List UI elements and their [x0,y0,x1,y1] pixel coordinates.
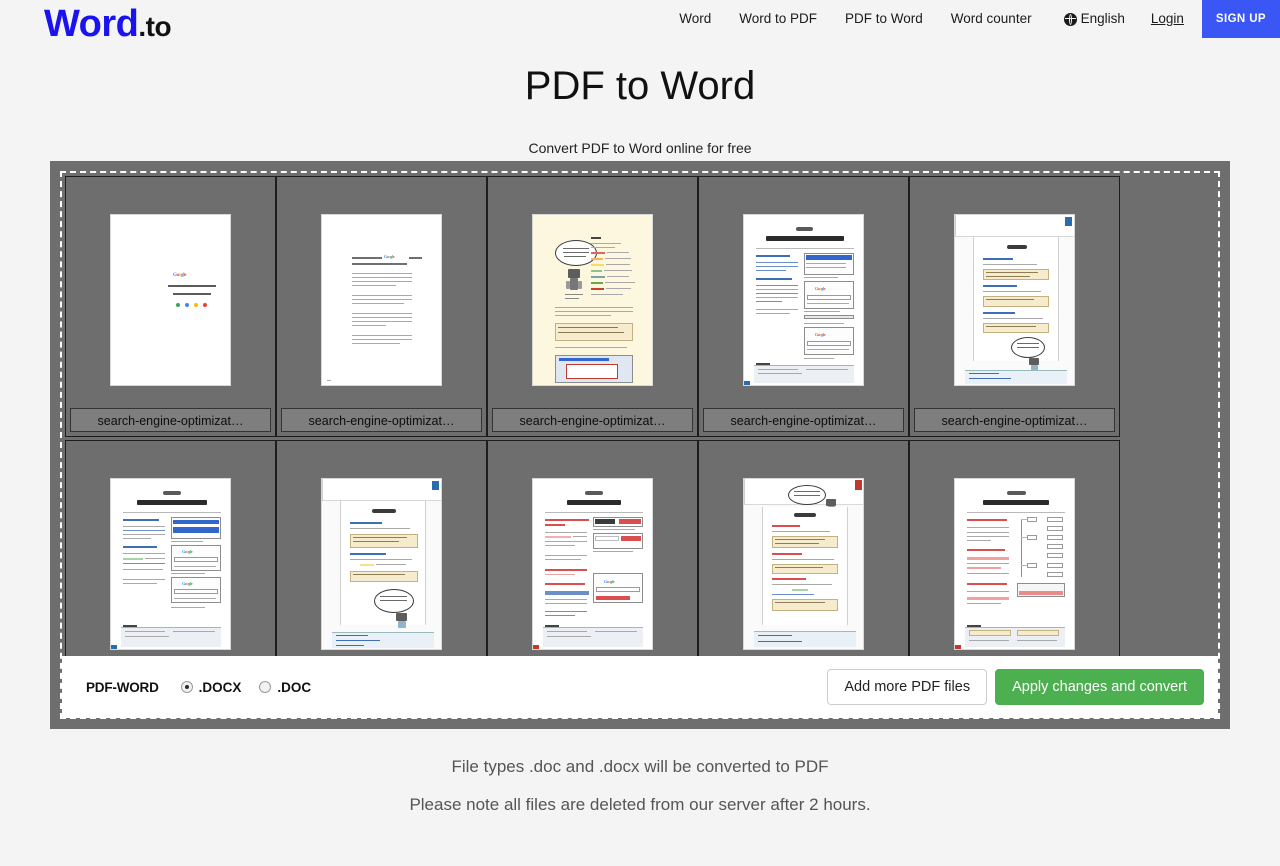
page-preview [743,478,864,650]
page-preview: Google Google [743,214,864,386]
radio-option-doc[interactable]: .DOC [259,680,311,695]
page-preview: Google [532,478,653,650]
nav-item-word[interactable]: Word [665,0,725,38]
thumbnail-item[interactable]: Google search-engine-optimizat… [65,176,276,437]
format-label: PDF-WORD [86,679,159,695]
radio-doc-label: .DOC [277,679,312,695]
page-preview: Google [321,214,442,386]
nav-item-pdf-to-word[interactable]: PDF to Word [831,0,937,38]
toolbar-actions: Add more PDF files Apply changes and con… [827,669,1204,705]
footer-note-retention: Please note all files are deleted from o… [409,795,871,814]
conversion-toolbar: PDF-WORD .DOCX .DOC Add more PDF files A… [62,656,1218,718]
footer-note-filetypes: File types .doc and .docx will be conver… [451,757,829,776]
page-preview: Google Google [110,478,231,650]
logo-suffix: .to [138,11,172,42]
mascot-icon [396,613,407,621]
add-more-pdf-files-button[interactable]: Add more PDF files [827,669,988,705]
language-label: English [1080,11,1125,26]
page-subtitle: Convert PDF to Word online for free [528,140,752,156]
mascot-icon [1029,358,1039,365]
logo-word: Word [44,3,139,45]
radio-docx-label: .DOCX [198,679,242,695]
site-logo[interactable]: Word.to [44,2,172,49]
radio-doc-indicator[interactable] [259,681,272,693]
thumbnail-item[interactable]: search-engine-optimizat… [909,176,1120,437]
file-dropzone[interactable]: Google search-engine-optimizat… Google s… [50,161,1230,729]
site-header: Word.to Word Word to PDF PDF to Word Wor… [0,0,1280,56]
radio-option-docx[interactable]: .DOCX [180,679,242,695]
radio-docx-indicator[interactable] [180,681,193,693]
page-title: PDF to Word [524,64,756,108]
thumbnail-grid: Google search-engine-optimizat… Google s… [62,173,1218,704]
output-format-options: .DOCX .DOC [180,679,311,695]
mascot-icon [826,499,836,506]
thumbnail-filename: search-engine-optimizat… [70,408,271,432]
thumbnail-filename: search-engine-optimizat… [492,408,693,432]
signup-button[interactable]: SIGN UP [1201,0,1280,38]
nav-item-word-to-pdf[interactable]: Word to PDF [725,0,831,38]
login-link[interactable]: Login [1137,0,1198,38]
thumbnail-filename: search-engine-optimizat… [914,408,1115,432]
nav-item-word-counter[interactable]: Word counter [937,0,1046,38]
page-preview [321,478,442,650]
thumbnail-filename: search-engine-optimizat… [703,408,904,432]
language-selector[interactable]: English [1046,0,1137,38]
thumbnail-filename: search-engine-optimizat… [281,408,482,432]
page-preview: Google [110,214,231,386]
thumbnail-item[interactable]: Google search-engine-optimizat… [276,176,487,437]
apply-changes-and-convert-button[interactable]: Apply changes and convert [995,669,1204,705]
main-navigation: Word Word to PDF PDF to Word Word counte… [665,0,1280,38]
page-preview [532,214,653,386]
globe-icon [1063,12,1077,26]
mascot-icon [568,269,580,278]
page-preview [954,214,1075,386]
footer-notes: File types .doc and .docx will be conver… [0,748,1280,824]
thumbnail-item[interactable]: search-engine-optimizat… [487,176,698,437]
page-preview [954,478,1075,650]
thumbnail-item[interactable]: Google Google search-engine-optimizat… [698,176,909,437]
